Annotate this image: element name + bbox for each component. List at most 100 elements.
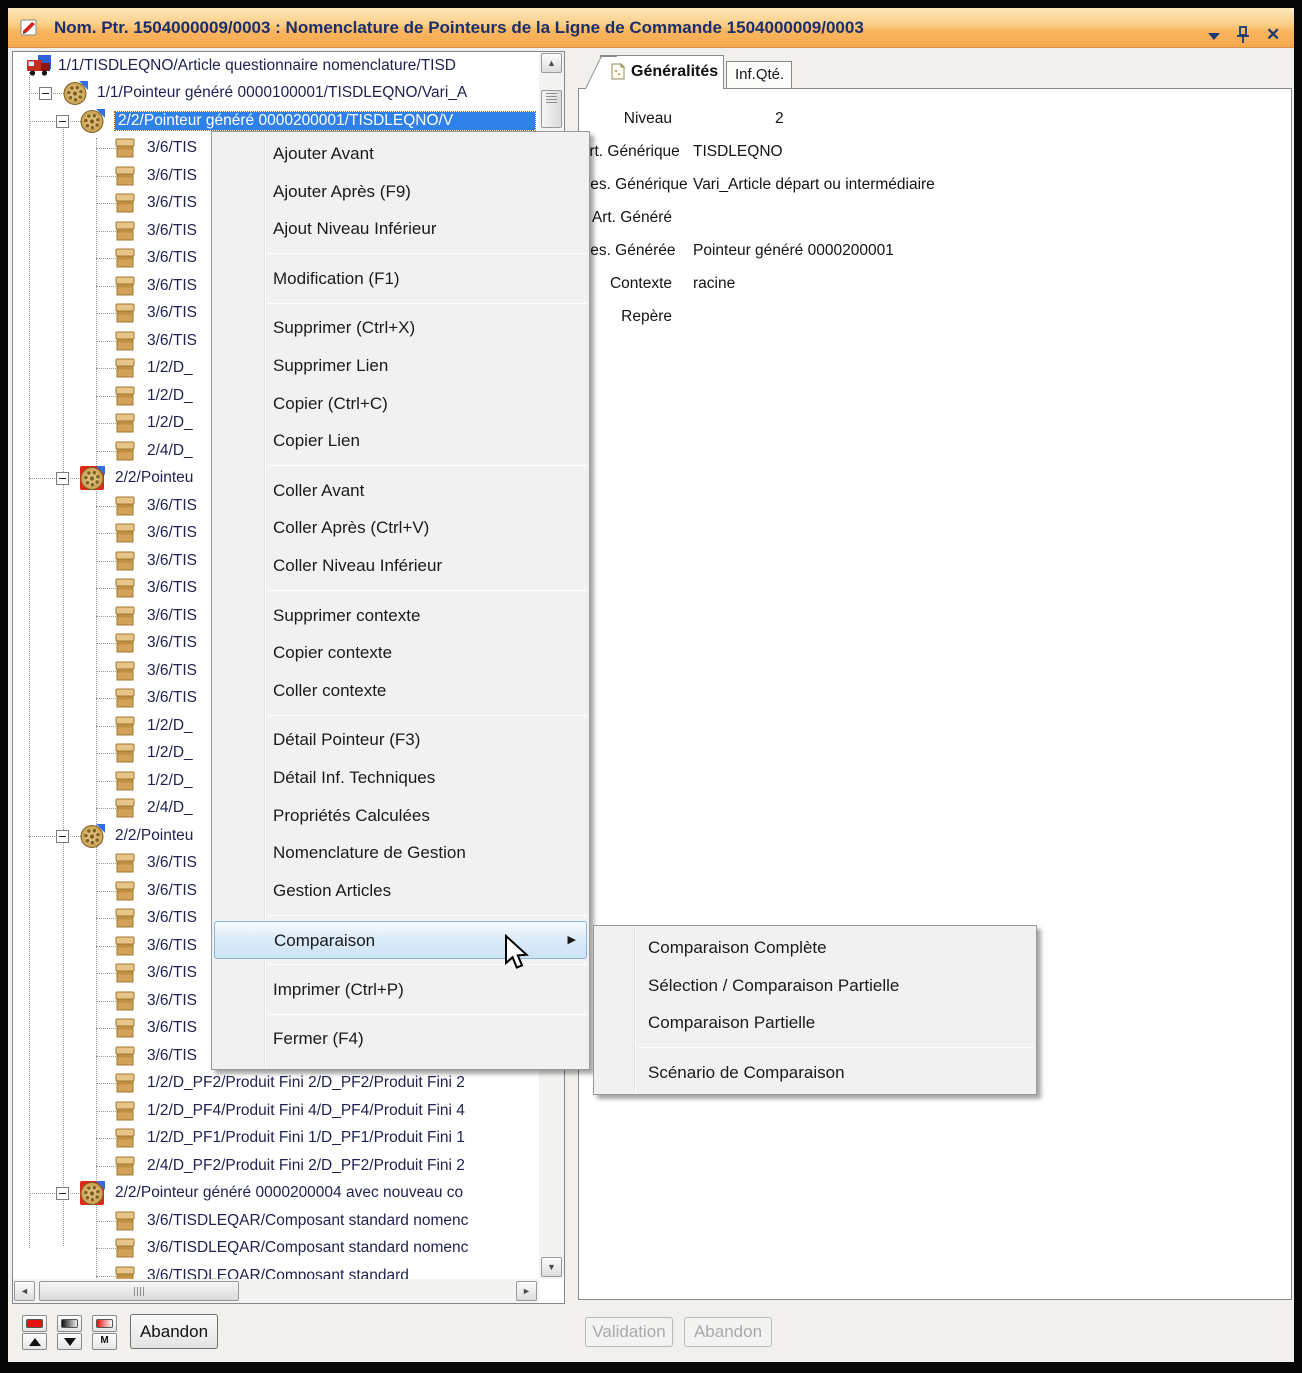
menu-item-supprimer-lien[interactable]: Supprimer Lien (212, 347, 589, 385)
pin-icon[interactable] (1236, 26, 1250, 44)
expander-minus-icon[interactable] (56, 115, 69, 128)
box-icon (112, 191, 138, 216)
menu-item-coller-contexte[interactable]: Coller contexte (212, 672, 589, 710)
tree-hscrollbar[interactable]: ◄ ► (13, 1279, 539, 1303)
tree-row-label: 3/6/TIS (147, 662, 197, 680)
black-fade-icon[interactable] (57, 1315, 82, 1332)
box-icon (112, 439, 138, 464)
tree-row[interactable]: 1/2/D_PF1/Produit Fini 1/D_PF1/Produit F… (13, 1125, 539, 1153)
tree-row[interactable]: 1/1/Pointeur généré 0000100001/TISDLEQNO… (13, 80, 539, 108)
tree-row[interactable]: 2/2/Pointeur généré 0000200004 avec nouv… (13, 1180, 539, 1208)
tree-row[interactable]: 3/6/TISDLEQAR/Composant standard (13, 1263, 539, 1279)
tree-row-label: 3/6/TIS (147, 524, 197, 542)
menu-item-d-tail-pointeur-f3[interactable]: Détail Pointeur (F3) (212, 721, 589, 759)
comparison-submenu: Comparaison ComplèteSélection / Comparai… (593, 925, 1037, 1095)
menu-item-gestion-articles[interactable]: Gestion Articles (212, 872, 589, 910)
expander-minus-icon[interactable] (56, 472, 69, 485)
tree-row-label: 2/2/Pointeu (115, 469, 193, 487)
menu-item-nomenclature-de-gestion[interactable]: Nomenclature de Gestion (212, 834, 589, 872)
gear-red-icon (79, 1181, 105, 1206)
menu-item-copier-lien[interactable]: Copier Lien (212, 422, 589, 460)
expander-minus-icon[interactable] (56, 830, 69, 843)
tree-row-label: 1/2/D_ (147, 717, 193, 735)
menu-item-coller-apr-s-ctrl-v[interactable]: Coller Après (Ctrl+V) (212, 509, 589, 547)
scroll-up-icon[interactable]: ▲ (541, 53, 562, 73)
box-icon (112, 1071, 138, 1096)
tree-row[interactable]: 3/6/TISDLEQAR/Composant standard nomenc (13, 1208, 539, 1236)
expander-minus-icon[interactable] (39, 87, 52, 100)
submenu-item-s-lection-comparaison-partielle[interactable]: Sélection / Comparaison Partielle (594, 967, 1036, 1005)
submenu-item-comparaison-partielle[interactable]: Comparaison Partielle (594, 1004, 1036, 1042)
scroll-right-icon[interactable]: ► (516, 1281, 537, 1301)
tree-row-label: 1/2/D_ (147, 414, 193, 432)
tree-row[interactable]: 3/6/TISDLEQAR/Composant standard nomenc (13, 1235, 539, 1263)
tree-row[interactable]: 1/2/D_PF2/Produit Fini 2/D_PF2/Produit F… (13, 1070, 539, 1098)
tree-row-label: 3/6/TIS (147, 167, 197, 185)
box-icon (112, 1016, 138, 1041)
menu-item-coller-avant[interactable]: Coller Avant (212, 472, 589, 510)
expander-minus-icon[interactable] (56, 1187, 69, 1200)
menu-item-fermer-f4[interactable]: Fermer (F4) (212, 1020, 589, 1058)
tree-row-label: 1/1/TISDLEQNO/Article questionnaire nome… (58, 57, 456, 75)
box-icon (112, 411, 138, 436)
menu-item-coller-niveau-inf-rieur[interactable]: Coller Niveau Inférieur (212, 547, 589, 585)
scroll-down-icon[interactable]: ▼ (541, 1257, 562, 1277)
titlebar[interactable]: Nom. Ptr. 1504000009/0003 : Nomenclature… (8, 8, 1294, 48)
menu-item-ajouter-apr-s-f9[interactable]: Ajouter Après (F9) (212, 173, 589, 211)
vscroll-thumb[interactable] (541, 90, 562, 128)
tree-row-label: 1/2/D_ (147, 772, 193, 790)
submenu-arrow-icon: ▶ (568, 922, 576, 960)
red-rect-icon[interactable] (22, 1315, 47, 1332)
abandon-button[interactable]: Abandon (130, 1314, 218, 1349)
tree-row-label: 3/6/TIS (147, 139, 197, 157)
menu-item-copier-ctrl-c[interactable]: Copier (Ctrl+C) (212, 385, 589, 423)
tree-row-label: 3/6/TIS (147, 689, 197, 707)
tree-row-label: 3/6/TIS (147, 634, 197, 652)
box-icon (112, 631, 138, 656)
submenu-item-comparaison-compl-te[interactable]: Comparaison Complète (594, 929, 1036, 967)
submenu-item-sc-nario-de-comparaison[interactable]: Scénario de Comparaison (594, 1054, 1036, 1092)
tab-label: Inf.Qté. (735, 66, 784, 83)
tree-row[interactable]: 1/1/TISDLEQNO/Article questionnaire nome… (13, 53, 539, 81)
menu-item-modification-f1[interactable]: Modification (F1) (212, 260, 589, 298)
field-label: Des. Générée (579, 242, 672, 260)
tree-row-label: 2/4/D_ (147, 799, 193, 817)
box-icon (112, 769, 138, 794)
menu-item-imprimer-ctrl-p[interactable]: Imprimer (Ctrl+P) (212, 971, 589, 1009)
red-fade-icon[interactable] (92, 1315, 117, 1332)
tab-inf-qte[interactable]: Inf.Qté. (726, 61, 792, 88)
abandon-right-button[interactable]: Abandon (684, 1317, 772, 1347)
tree-row-label: 3/6/TIS (147, 222, 197, 240)
menu-item-ajout-niveau-inf-rieur[interactable]: Ajout Niveau Inférieur (212, 210, 589, 248)
m-icon[interactable]: M (92, 1333, 117, 1350)
field-value: TISDLEQNO (693, 143, 783, 161)
field-label: Art. Générique (579, 143, 672, 161)
triangle-down-icon[interactable] (57, 1333, 82, 1350)
box-icon (112, 1044, 138, 1069)
close-icon[interactable]: ✕ (1266, 25, 1280, 45)
tree-row-label: 3/6/TIS (147, 937, 197, 955)
box-icon (112, 274, 138, 299)
hscroll-thumb[interactable] (39, 1281, 239, 1301)
tree-row-label: 3/6/TIS (147, 194, 197, 212)
tree-row[interactable]: 2/4/D_PF2/Produit Fini 2/D_PF2/Produit F… (13, 1153, 539, 1181)
menu-item-supprimer-ctrl-x[interactable]: Supprimer (Ctrl+X) (212, 309, 589, 347)
box-icon (112, 741, 138, 766)
validation-button[interactable]: Validation (585, 1317, 673, 1347)
triangle-up-icon[interactable] (22, 1333, 47, 1350)
menu-item-ajouter-avant[interactable]: Ajouter Avant (212, 135, 589, 173)
mouse-cursor-icon (503, 934, 533, 970)
box-icon (112, 549, 138, 574)
menu-item-propri-t-s-calcul-es[interactable]: Propriétés Calculées (212, 797, 589, 835)
collapse-icon[interactable] (1208, 33, 1220, 40)
field-value: Vari_Article départ ou intermédiaire (693, 176, 935, 194)
field-label: Contexte (579, 275, 672, 293)
menu-item-d-tail-inf-techniques[interactable]: Détail Inf. Techniques (212, 759, 589, 797)
menu-item-copier-contexte[interactable]: Copier contexte (212, 634, 589, 672)
tree-row[interactable]: 1/2/D_PF4/Produit Fini 4/D_PF4/Produit F… (13, 1098, 539, 1126)
scroll-left-icon[interactable]: ◄ (14, 1281, 35, 1301)
tab-generalites[interactable]: Généralités (600, 55, 724, 89)
menu-item-supprimer-contexte[interactable]: Supprimer contexte (212, 597, 589, 635)
box-icon (112, 301, 138, 326)
field-value: Pointeur généré 0000200001 (693, 242, 894, 260)
